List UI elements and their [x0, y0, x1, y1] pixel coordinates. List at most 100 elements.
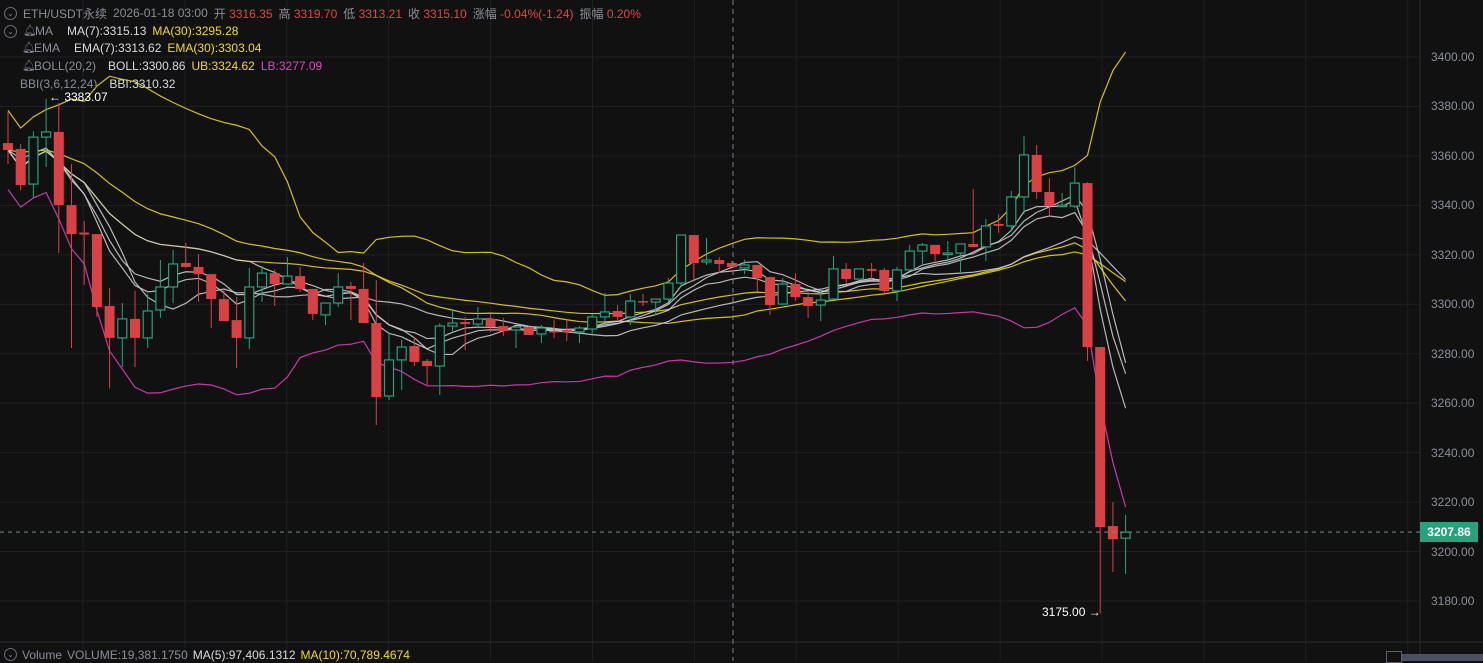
candle-body: [853, 268, 865, 280]
bell-icon[interactable]: 🔔︎: [23, 25, 37, 37]
candle: [142, 293, 153, 349]
candle-body: [15, 148, 26, 186]
candle-body: [904, 250, 915, 271]
candle: [244, 267, 255, 350]
candle: [206, 274, 217, 329]
candle-body: [155, 286, 166, 311]
candle-body: [815, 299, 826, 306]
candle-body: [955, 243, 966, 254]
candle: [15, 144, 26, 191]
ema7-value: EMA(7):3313.62: [74, 41, 162, 55]
bell-icon[interactable]: 🔔︎: [22, 60, 36, 72]
ma30-value: MA(30):3295.28: [152, 24, 239, 38]
candle-body: [142, 310, 153, 339]
candle-body: [917, 244, 928, 252]
candle: [955, 243, 966, 274]
close-label: 收: [408, 6, 421, 21]
candle-body: [295, 276, 306, 289]
collapse-chevron-icon[interactable]: ⌄: [4, 6, 17, 20]
volume-ma5: MA(5):97,406.1312: [192, 648, 296, 662]
bbi-value: BBI:3310.32: [109, 77, 176, 91]
candle: [561, 320, 572, 342]
price-tick-label: 3240.00: [1431, 445, 1475, 460]
candle: [231, 296, 242, 369]
candle: [701, 238, 712, 265]
candle-body: [1120, 531, 1131, 539]
candle-body: [866, 268, 877, 271]
candle-body: [104, 306, 115, 338]
candle: [853, 268, 865, 280]
open-label: 开: [213, 6, 226, 21]
candle: [803, 291, 814, 318]
candle-body: [777, 283, 788, 305]
collapse-chevron-icon[interactable]: ⌄: [4, 648, 17, 661]
scrollbar[interactable]: [1402, 654, 1483, 661]
candle: [599, 292, 611, 323]
candle: [1031, 145, 1042, 199]
candle: [155, 260, 166, 318]
candle-body: [130, 318, 140, 338]
candle: [841, 262, 852, 284]
price-tick-label: 3220.00: [1431, 495, 1475, 510]
volume-name: Volume: [22, 648, 63, 662]
candle: [726, 260, 737, 267]
candle-body: [434, 325, 445, 367]
symbol-label: ETH/USDT永续: [23, 6, 108, 21]
price-tick-label: 3280.00: [1431, 346, 1475, 361]
candle-body: [1006, 196, 1017, 227]
candle: [66, 164, 77, 349]
candle-body: [612, 310, 623, 317]
candle-body: [536, 327, 547, 335]
candle-body: [79, 232, 90, 235]
boll-mid-value: BOLL:3300.86: [108, 59, 186, 73]
candle: [193, 254, 204, 302]
candle: [307, 288, 318, 321]
current-price-tag: 3207.86: [1420, 522, 1478, 543]
candle-body: [218, 299, 229, 322]
candle-body: [765, 277, 775, 306]
low-value: 3313.21: [358, 6, 403, 21]
price-tick-label: 3320.00: [1431, 247, 1475, 262]
candle: [434, 323, 445, 396]
candle-body: [714, 260, 725, 264]
price-tick-label: 3380.00: [1431, 99, 1475, 114]
candle-body: [371, 323, 382, 397]
pane-toggle-button[interactable]: [1386, 651, 1402, 663]
ema-name: EMA: [34, 41, 61, 55]
volume-legend: ⌄ Volume VOLUME:19,381.1750 MA(5):97,406…: [4, 648, 410, 662]
candle: [891, 266, 903, 302]
candle-body: [739, 264, 750, 269]
candlestick-chart[interactable]: [0, 0, 1483, 661]
bell-icon[interactable]: 🔔︎: [22, 42, 36, 54]
candle-body: [383, 359, 395, 397]
price-tick-label: 3180.00: [1431, 593, 1475, 608]
ema30-line: [7, 149, 1127, 315]
price-tick-label: 3340.00: [1431, 198, 1475, 213]
candle-body: [663, 282, 674, 300]
high-marker: ← 3383.07: [49, 90, 108, 104]
candle-body: [688, 235, 699, 263]
candle-body: [66, 205, 77, 235]
candle: [295, 266, 306, 292]
high-label: 高: [278, 6, 291, 21]
candle: [523, 326, 534, 335]
candle-body: [269, 273, 280, 284]
candle-body: [587, 316, 598, 330]
candle: [1018, 136, 1030, 214]
candle-body: [206, 274, 217, 300]
ema-legend: 🔔︎ EMA EMA(7):3313.62 EMA(30):3303.04: [22, 40, 261, 56]
candle-body: [930, 244, 941, 255]
candle-body: [1018, 154, 1030, 198]
grid: [0, 0, 1483, 661]
candle-body: [244, 286, 255, 339]
bbi-name: BBI(3,6,12,24): [20, 77, 98, 91]
price-tick-label: 3260.00: [1431, 396, 1475, 411]
candle-body: [231, 320, 242, 338]
candle: [383, 332, 395, 400]
price-tick-label: 3200.00: [1431, 544, 1475, 559]
ema30-value: EMA(30):3303.04: [167, 41, 262, 55]
collapse-chevron-icon[interactable]: ⌄: [4, 24, 17, 38]
candle-body: [498, 326, 509, 331]
candle-body: [3, 143, 13, 150]
candle-body: [803, 297, 814, 307]
